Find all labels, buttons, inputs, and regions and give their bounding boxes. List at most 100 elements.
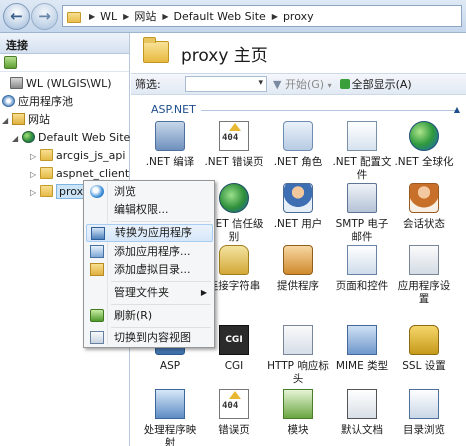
- feature-net-users[interactable]: .NET 用户: [267, 183, 329, 231]
- feature-modules[interactable]: 模块: [267, 389, 329, 437]
- modules-icon: [283, 389, 313, 419]
- feature-http-headers[interactable]: HTTP 响应标头: [267, 325, 329, 386]
- tree-node-sites[interactable]: ◢ 网站: [2, 112, 50, 128]
- feature-error-pages[interactable]: 错误页: [203, 389, 265, 437]
- net-error-pages-icon: [219, 121, 249, 151]
- feature-net-profile[interactable]: .NET 配置文件: [331, 121, 393, 182]
- globe-icon: [22, 131, 35, 143]
- browse-icon: [90, 185, 104, 198]
- ssl-settings-icon: [409, 325, 439, 355]
- collapse-icon[interactable]: ◢: [2, 113, 12, 129]
- forward-arrow-icon[interactable]: →: [31, 3, 58, 30]
- folder-icon: [40, 167, 53, 179]
- menu-item-edit-permissions[interactable]: 编辑权限...: [86, 201, 213, 219]
- directory-browsing-icon: [409, 389, 439, 419]
- feature-ssl-settings[interactable]: SSL 设置: [393, 325, 455, 373]
- feature-net-compilation[interactable]: .NET 编译: [139, 121, 201, 169]
- net-roles-icon: [283, 121, 313, 151]
- feature-net-error-pages[interactable]: .NET 错误页: [203, 121, 265, 169]
- menu-item-browse[interactable]: 浏览: [86, 183, 213, 201]
- feature-default-document[interactable]: 默认文档: [331, 389, 393, 437]
- collapse-section-icon[interactable]: ▲: [454, 102, 460, 118]
- tree-node-default-site[interactable]: ◢ Default Web Site: [12, 130, 130, 146]
- funnel-icon: ▼: [273, 78, 282, 91]
- app-pool-icon: [2, 95, 15, 107]
- tree-node-app-pools[interactable]: 应用程序池: [2, 94, 73, 110]
- pages-controls-icon: [347, 245, 377, 275]
- connection-strings-icon: [219, 245, 249, 275]
- menu-item-convert-to-application[interactable]: 转换为应用程序: [86, 224, 213, 242]
- server-icon: [10, 77, 23, 89]
- breadcrumb-separator: ▶: [162, 11, 169, 21]
- session-state-icon: [409, 183, 439, 213]
- http-headers-icon: [283, 325, 313, 355]
- filter-bar: 筛选: ▼ 开始(G) ▾ 全部显示(A): [131, 73, 466, 95]
- smtp-email-icon: [347, 183, 377, 213]
- feature-mime-types[interactable]: MIME 类型: [331, 325, 393, 373]
- menu-item-manage-folder[interactable]: 管理文件夹 ▶: [86, 284, 213, 302]
- error-pages-icon: [219, 389, 249, 419]
- go-button[interactable]: ▼ 开始(G) ▾: [273, 76, 332, 92]
- collapse-icon[interactable]: ◢: [12, 131, 22, 147]
- tree-node-arcgis[interactable]: ▷ arcgis_js_api: [30, 148, 125, 164]
- address-toolbar: ← → ▶ WL ▶ 网站 ▶ Default Web Site ▶ proxy: [0, 0, 466, 33]
- feature-net-roles[interactable]: .NET 角色: [267, 121, 329, 169]
- folder-icon: [40, 185, 53, 197]
- net-compilation-icon: [155, 121, 185, 151]
- add-application-icon: [90, 245, 104, 258]
- breadcrumb-separator: ▶: [89, 11, 96, 21]
- page-header: proxy 主页: [131, 33, 466, 71]
- connections-header: 连接: [0, 33, 129, 54]
- breadcrumb-sites[interactable]: 网站: [134, 8, 156, 24]
- menu-separator: [111, 221, 211, 222]
- filter-label: 筛选:: [135, 78, 161, 91]
- feature-providers[interactable]: 提供程序: [267, 245, 329, 293]
- convert-application-icon: [91, 227, 105, 240]
- handler-mappings-icon: [155, 389, 185, 419]
- feature-session-state[interactable]: 会话状态: [393, 183, 455, 231]
- breadcrumb-separator: ▶: [123, 11, 130, 21]
- expand-icon[interactable]: ▷: [30, 167, 40, 183]
- add-virtual-directory-icon: [90, 263, 104, 276]
- tree-node-server[interactable]: WL (WLGIS\WL): [0, 76, 112, 92]
- folder-icon: [67, 11, 81, 23]
- context-menu: 浏览 编辑权限... 转换为应用程序 添加应用程序... 添加虚拟目录... 管…: [83, 180, 215, 348]
- breadcrumb-separator: ▶: [271, 11, 278, 21]
- feature-directory-browsing[interactable]: 目录浏览: [393, 389, 455, 437]
- net-users-icon: [283, 183, 313, 213]
- cgi-icon: CGI: [219, 325, 249, 355]
- address-bar[interactable]: ▶ WL ▶ 网站 ▶ Default Web Site ▶ proxy: [62, 5, 462, 27]
- connections-toolbar: [0, 54, 129, 72]
- content-view-icon: [90, 331, 104, 344]
- mime-types-icon: [347, 325, 377, 355]
- menu-item-add-application[interactable]: 添加应用程序...: [86, 243, 213, 261]
- feature-handler-mappings[interactable]: 处理程序映射: [139, 389, 201, 446]
- page-title: proxy 主页: [181, 46, 268, 66]
- menu-separator: [111, 304, 211, 305]
- submenu-arrow-icon: ▶: [200, 288, 207, 297]
- breadcrumb-default-site[interactable]: Default Web Site: [173, 10, 265, 23]
- connect-icon[interactable]: [4, 56, 17, 69]
- net-globalization-icon: [409, 121, 439, 151]
- section-header-aspnet[interactable]: ASP.NET ▲: [131, 102, 466, 118]
- menu-item-refresh[interactable]: 刷新(R): [86, 307, 213, 325]
- feature-net-globalization[interactable]: .NET 全球化: [393, 121, 455, 169]
- feature-app-settings[interactable]: 应用程序设置: [393, 245, 455, 306]
- filter-input[interactable]: [185, 76, 267, 92]
- menu-separator: [111, 281, 211, 282]
- back-arrow-icon[interactable]: ←: [3, 3, 30, 30]
- show-all-button[interactable]: 全部显示(A): [339, 76, 412, 92]
- feature-pages-controls[interactable]: 页面和控件: [331, 245, 393, 293]
- expand-icon[interactable]: ▷: [30, 149, 40, 165]
- menu-item-switch-content-view[interactable]: 切换到内容视图: [86, 329, 213, 347]
- breadcrumb-proxy[interactable]: proxy: [283, 10, 314, 23]
- app-settings-icon: [409, 245, 439, 275]
- breadcrumb-server[interactable]: WL: [100, 10, 117, 23]
- net-profile-icon: [347, 121, 377, 151]
- feature-smtp-email[interactable]: SMTP 电子邮件: [331, 183, 393, 244]
- folder-icon: [143, 37, 169, 63]
- providers-icon: [283, 245, 313, 275]
- expand-icon[interactable]: ▷: [30, 185, 40, 201]
- menu-item-add-virtual-directory[interactable]: 添加虚拟目录...: [86, 261, 213, 279]
- folder-icon: [40, 149, 53, 161]
